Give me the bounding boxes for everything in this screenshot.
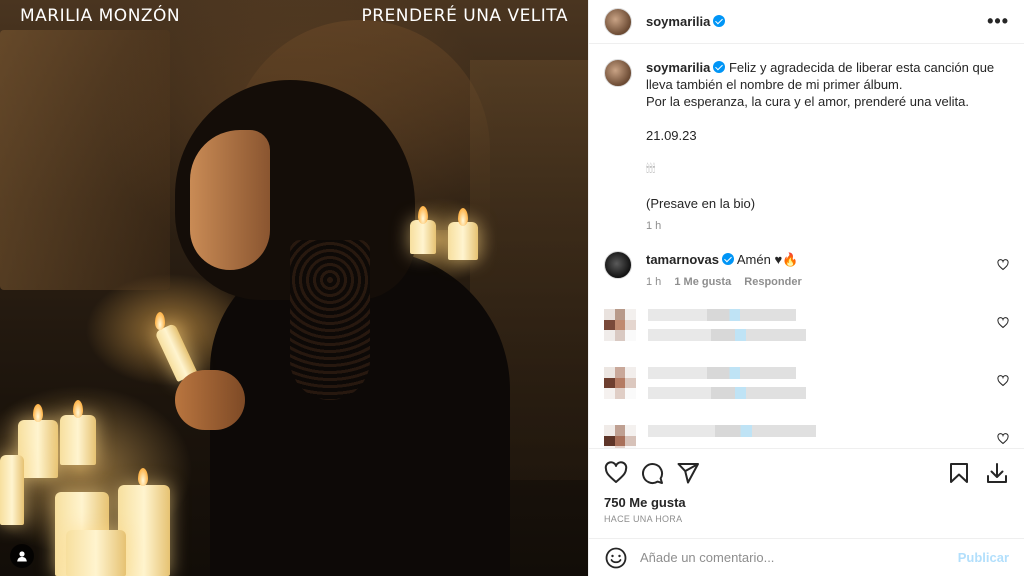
comment-composer: Publicar (589, 538, 1024, 576)
blurred-avatar (604, 309, 636, 341)
post-time-ago[interactable]: HACE UNA HORA (604, 514, 1009, 524)
comment-text: Amén ♥🔥 (736, 252, 799, 267)
blurred-avatar (604, 367, 636, 399)
tagged-users-button[interactable] (10, 544, 34, 568)
caption: soymarilia Feliz y agradecida de liberar… (604, 59, 1009, 235)
comment-input[interactable] (640, 550, 958, 565)
comments-scroll[interactable]: soymarilia Feliz y agradecida de liberar… (589, 45, 1024, 448)
photo-flame (458, 208, 468, 226)
share-icon[interactable] (676, 461, 700, 485)
blurred-comment (604, 367, 1009, 407)
comment-like-heart-icon[interactable] (997, 259, 1009, 271)
blurred-text (648, 425, 816, 448)
photo-figure-face (190, 130, 270, 270)
caption-date: 21.09.23 (646, 128, 697, 143)
photo-flame (33, 404, 43, 422)
blurred-text (648, 309, 806, 349)
caption-username[interactable]: soymarilia (646, 60, 710, 75)
photo-hand (175, 370, 245, 430)
download-icon[interactable] (985, 461, 1009, 485)
blurred-avatar (604, 425, 636, 448)
action-buttons (604, 461, 1009, 485)
post-image[interactable]: MARILIA MONZÓN PRENDERÉ UNA VELITA (0, 0, 588, 576)
photo-candle (0, 455, 24, 525)
photo-flame (138, 468, 148, 486)
comment-like-heart-icon[interactable] (997, 317, 1009, 329)
comment-body: tamarnovas Amén ♥🔥 1 h 1 Me gusta Respon… (646, 251, 986, 291)
comment-time: 1 h (646, 276, 662, 288)
photo-flame (155, 312, 165, 330)
verified-icon (713, 15, 726, 27)
caption-first-line: soymarilia Feliz y agradecida de liberar… (646, 59, 1006, 93)
avatar[interactable] (604, 7, 632, 36)
comment-likes[interactable]: 1 Me gusta (674, 276, 731, 288)
image-overlay-song: PRENDERÉ UNA VELITA (361, 6, 568, 26)
caption-avatar[interactable] (604, 59, 632, 87)
photo-figure-lace (290, 240, 370, 400)
photo-candle (60, 415, 96, 465)
image-overlay-artist: MARILIA MONZÓN (20, 6, 181, 26)
publish-button[interactable]: Publicar (958, 550, 1009, 565)
photo-candle (18, 420, 58, 478)
blurred-comment (604, 309, 1009, 349)
action-right-group (933, 461, 1009, 485)
photo-candle (410, 220, 436, 254)
emoji-icon[interactable] (604, 546, 628, 570)
photo-flame (418, 206, 428, 224)
photo-flame (73, 400, 83, 418)
caption-presave: (Presave en la bio) (646, 196, 756, 211)
comment-avatar[interactable] (604, 251, 632, 279)
comment-meta: 1 h 1 Me gusta Responder (646, 274, 986, 291)
likes-count[interactable]: 750 Me gusta (604, 495, 1009, 510)
photo-candle (66, 530, 126, 576)
post-panel: soymarilia ••• soymarilia Feliz y agrade… (588, 0, 1024, 576)
comment-reply-button[interactable]: Responder (744, 276, 801, 288)
user-icon (17, 551, 27, 562)
post-actions: 750 Me gusta HACE UNA HORA (589, 448, 1024, 538)
verified-icon (721, 253, 734, 265)
post-header: soymarilia ••• (589, 0, 1024, 44)
like-heart-icon[interactable] (604, 461, 628, 485)
caption-text-2: Por la esperanza, la cura y el amor, pre… (646, 94, 970, 109)
comment-icon[interactable] (640, 461, 664, 485)
comment-first-line: tamarnovas Amén ♥🔥 (646, 251, 986, 268)
comment-like-heart-icon[interactable] (997, 375, 1009, 387)
blurred-text (648, 367, 806, 407)
caption-emoji: 🕯🕯🕯 (646, 163, 656, 175)
more-options-button[interactable]: ••• (987, 11, 1009, 32)
caption-time: 1 h (646, 220, 662, 232)
comment-item: tamarnovas Amén ♥🔥 1 h 1 Me gusta Respon… (604, 251, 1009, 291)
comment-username[interactable]: tamarnovas (646, 252, 719, 267)
blurred-comment (604, 425, 1009, 448)
caption-body: soymarilia Feliz y agradecida de liberar… (646, 59, 1006, 235)
photo-candle (448, 222, 478, 260)
photo-wall-detail (0, 30, 170, 290)
header-username-text[interactable]: soymarilia (646, 14, 710, 29)
verified-icon (713, 61, 726, 73)
header-username[interactable]: soymarilia (646, 14, 726, 29)
comment-like-heart-icon[interactable] (997, 433, 1009, 445)
bookmark-icon[interactable] (947, 461, 971, 485)
